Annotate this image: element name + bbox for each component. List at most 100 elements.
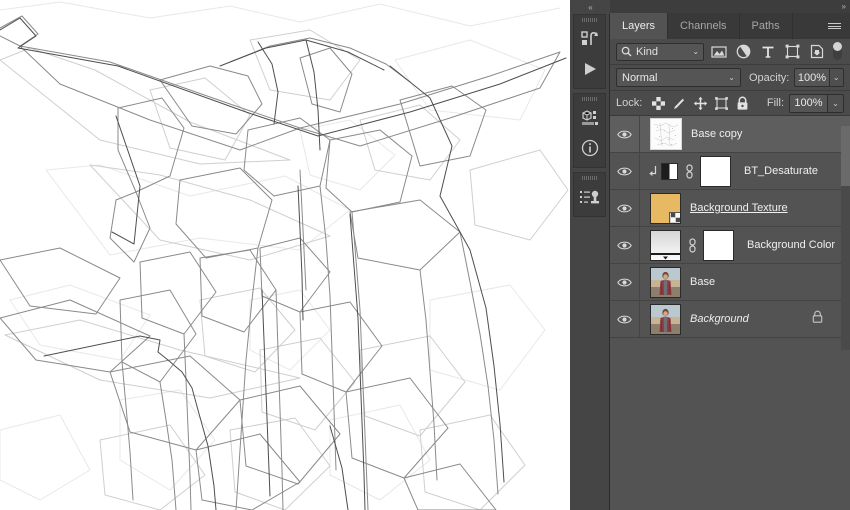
layer-mask-thumbnail[interactable]	[700, 155, 731, 187]
table-row[interactable]: Background	[610, 301, 850, 338]
panel-grip[interactable]	[574, 15, 605, 24]
layer-thumbnail-group[interactable]	[650, 118, 682, 150]
opacity-label: Opacity:	[749, 71, 790, 84]
layer-comps-icon[interactable]	[574, 182, 605, 212]
blend-mode-select[interactable]: Normal ⌄	[616, 68, 741, 87]
panel-tab-strip: Layers Channels Paths	[610, 13, 850, 39]
filter-adjustment-icon[interactable]	[734, 42, 752, 62]
layer-name[interactable]: Background Texture	[690, 202, 788, 214]
fill-label: Fill:	[766, 97, 784, 109]
tab-layers[interactable]: Layers	[610, 13, 669, 39]
panel-menu-icon[interactable]	[824, 13, 850, 39]
filter-shape-icon[interactable]	[783, 42, 801, 62]
clipping-mask-icon	[646, 165, 659, 177]
fill-input[interactable]: 100%	[789, 93, 827, 113]
gradient-fill-thumbnail[interactable]	[650, 229, 681, 261]
layer-thumbnail[interactable]	[650, 192, 681, 224]
lock-image-pixels-icon[interactable]	[669, 93, 690, 113]
lock-all-icon[interactable]	[732, 93, 753, 113]
filter-enable-toggle[interactable]	[832, 41, 843, 62]
panel-grip[interactable]	[574, 173, 605, 182]
opacity-value: 100%	[797, 71, 827, 84]
tab-channels-label: Channels	[680, 20, 727, 32]
fill-value: 100%	[794, 97, 823, 109]
eye-icon	[617, 278, 632, 286]
lock-label: Lock:	[616, 97, 643, 109]
layer-visibility-toggle[interactable]	[610, 227, 640, 263]
layer-visibility-toggle[interactable]	[610, 190, 640, 226]
layer-thumbnail-group[interactable]	[650, 303, 681, 335]
lock-artboard-nesting-icon[interactable]	[711, 93, 732, 113]
layer-thumbnail-group[interactable]	[661, 155, 731, 187]
fill-stepper-icon[interactable]: ⌄	[827, 93, 844, 113]
table-row[interactable]: BT_Desaturate	[610, 153, 850, 190]
panel-empty-area	[610, 350, 850, 510]
history-actions-group	[573, 14, 606, 89]
table-row[interactable]: Background Texture	[610, 190, 850, 227]
blend-mode-value: Normal	[622, 71, 658, 84]
layer-visibility-toggle[interactable]	[610, 153, 640, 189]
history-icon[interactable]	[574, 24, 605, 54]
layer-name[interactable]: Base copy	[691, 128, 742, 140]
adjustment-thumbnail[interactable]	[661, 162, 678, 180]
chevron-down-icon: ⌄	[728, 73, 735, 82]
layer-list: Base copy BT_Desaturate Background Textu…	[610, 116, 850, 338]
layer-name[interactable]: Background	[690, 313, 749, 325]
link-layers-icon[interactable]	[683, 163, 695, 179]
lock-position-icon[interactable]	[690, 93, 711, 113]
chevron-down-icon: ⌄	[692, 47, 700, 56]
eye-icon	[617, 204, 632, 212]
filter-pixel-icon[interactable]	[710, 42, 728, 62]
layer-visibility-toggle[interactable]	[610, 264, 640, 300]
lock-row: Lock: Fill: 100% ⌄	[610, 91, 850, 116]
layer-thumbnail[interactable]	[650, 118, 682, 150]
panel-collapse-bar[interactable]: »	[610, 0, 850, 13]
layer-thumbnail-group[interactable]	[650, 192, 681, 224]
properties-info-group	[573, 93, 606, 168]
eye-icon	[617, 315, 632, 323]
eye-icon	[617, 241, 632, 249]
layer-mask-thumbnail[interactable]	[703, 229, 734, 261]
layer-thumbnail[interactable]	[650, 266, 681, 298]
layer-name[interactable]: BT_Desaturate	[744, 165, 818, 177]
info-icon[interactable]	[574, 133, 605, 163]
collapse-panel-icon[interactable]: »	[842, 2, 847, 11]
layer-thumbnail[interactable]	[650, 303, 681, 335]
opacity-stepper-icon[interactable]: ⌄	[828, 68, 844, 87]
scrollbar-thumb[interactable]	[841, 126, 850, 186]
lock-transparent-pixels-icon[interactable]	[648, 93, 669, 113]
filter-type-icon[interactable]	[759, 42, 777, 62]
layer-list-scrollbar[interactable]	[841, 126, 850, 350]
eye-icon	[617, 130, 632, 138]
blend-mode-row: Normal ⌄ Opacity: 100% ⌄	[610, 65, 850, 91]
properties-icon[interactable]	[574, 103, 605, 133]
layers-panel: » Layers Channels Paths Kind ⌄ Normal ⌄ …	[610, 0, 850, 510]
tab-channels[interactable]: Channels	[668, 13, 740, 39]
filter-smartobject-icon[interactable]	[808, 42, 826, 62]
link-layers-icon[interactable]	[686, 237, 698, 253]
panel-grip[interactable]	[574, 94, 605, 103]
layer-comps-group	[573, 172, 606, 217]
expand-panels-icon[interactable]: «	[570, 0, 610, 14]
opacity-input[interactable]: 100%	[794, 68, 829, 87]
layer-name[interactable]: Base	[690, 276, 715, 288]
document-canvas[interactable]	[0, 0, 570, 510]
smart-object-badge-icon	[669, 211, 680, 223]
layer-filter-row: Kind ⌄	[610, 39, 850, 65]
tab-paths[interactable]: Paths	[740, 13, 793, 39]
table-row[interactable]: Background Color	[610, 227, 850, 264]
filter-kind-select[interactable]: Kind ⌄	[616, 42, 705, 61]
layer-visibility-toggle[interactable]	[610, 116, 640, 152]
layer-thumbnail-group[interactable]	[650, 229, 734, 261]
table-row[interactable]: Base copy	[610, 116, 850, 153]
photoshop-window: « » Layers Channels Paths Kind ⌄ Normal …	[0, 0, 850, 510]
lowpoly-lineart-artwork	[0, 0, 570, 510]
filter-kind-label: Kind	[636, 45, 659, 58]
table-row[interactable]: Base	[610, 264, 850, 301]
play-icon[interactable]	[574, 54, 605, 84]
collapsed-panel-rail: «	[570, 0, 610, 510]
layer-visibility-toggle[interactable]	[610, 301, 640, 337]
layer-thumbnail-group[interactable]	[650, 266, 681, 298]
search-icon	[621, 46, 632, 57]
layer-name[interactable]: Background Color	[747, 239, 835, 251]
